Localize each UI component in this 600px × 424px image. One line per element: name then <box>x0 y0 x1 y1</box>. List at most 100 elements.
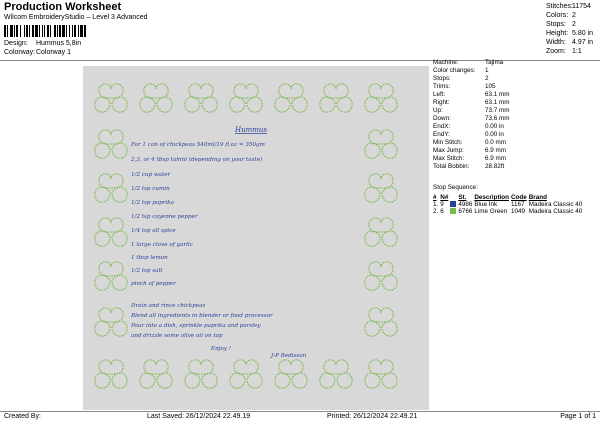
barcode-bar <box>42 25 43 37</box>
recipe-enjoy: Enjoy ! <box>210 346 231 352</box>
chickpea-motif <box>364 261 398 291</box>
chickpea-motif <box>94 129 128 159</box>
column-header: N# <box>440 194 449 201</box>
colorway-value: Colorway 1 <box>35 49 71 56</box>
column-header <box>450 194 458 201</box>
barcode-bar <box>50 25 51 37</box>
barcode-bar <box>4 25 6 37</box>
chickpea-motif <box>364 173 398 203</box>
property-row: Trims: 105 <box>433 83 496 90</box>
summary-row: Height: 5.80 in <box>546 30 594 37</box>
barcode-bar <box>62 25 65 37</box>
property-row: Machine: Tajima <box>433 59 504 66</box>
worksheet-title: Production Worksheet <box>4 1 122 13</box>
property-row: Max Stitch: 6.9 mm <box>433 155 506 162</box>
barcode-bar <box>7 25 8 37</box>
property-row: Total Bobbin: 28.82ft <box>433 163 505 170</box>
table-row: 1. 9 4986 Blue Ink 1167 Madeira Classic … <box>433 201 583 208</box>
page-number: Page 1 of 1 <box>560 413 596 420</box>
barcode-bar <box>39 25 40 37</box>
chickpea-motif <box>274 359 308 389</box>
property-row: Down: 73.6 mm <box>433 115 510 122</box>
last-saved: Last Saved: 26/12/2024 22.49.19 <box>147 413 251 420</box>
barcode-bar <box>20 25 21 37</box>
colorway-label: Colorway: <box>4 49 36 56</box>
machine-properties: Machine: Tajima Color changes: 1 Stops: 2 T… <box>433 59 510 171</box>
barcode-bar <box>32 25 34 37</box>
recipe-line: 1/2 tsp paprika <box>131 200 174 206</box>
property-row: EndY: 0.00 in <box>433 131 504 138</box>
barcode-bar <box>72 25 73 37</box>
recipe-line: 1 tbsp lemon <box>131 255 168 261</box>
colorway-row: Colorway: Colorway 1 <box>4 49 71 56</box>
barcode-bar <box>16 25 18 37</box>
summary-row: Stitches:11754 <box>546 3 591 10</box>
column-header: Description <box>474 194 509 201</box>
chickpea-motif <box>364 83 398 113</box>
recipe-line: 1/4 tsp all spice <box>131 228 176 234</box>
chickpea-motif <box>184 83 218 113</box>
design-label: Design: <box>4 40 28 47</box>
recipe-line: 1/2 cup water <box>131 172 171 178</box>
printed-date: Printed: 26/12/2024 22.49.21 <box>327 413 418 420</box>
method-line: and drizzle some olive oil on top <box>131 333 223 339</box>
barcode-bar <box>57 25 58 37</box>
chickpea-motif <box>184 359 218 389</box>
stop-sequence-table: # N# St. Description Code Brand 1. 9 498… <box>433 194 584 215</box>
chickpea-motif <box>319 83 353 113</box>
barcode-bar <box>78 25 79 37</box>
chickpea-motif <box>94 261 128 291</box>
chickpea-motif <box>94 173 128 203</box>
embroidery-design: Hummus For 1 can of chickpeas 540ml/19 f… <box>94 83 398 389</box>
barcode-bar <box>10 25 13 37</box>
barcode-bar <box>54 25 56 37</box>
software-subtitle: Wilcom EmbroideryStudio – Level 3 Advanc… <box>4 14 148 21</box>
chickpea-motif <box>364 217 398 247</box>
barcode-bar <box>14 25 15 37</box>
method-line: Pour into a dish, sprinkle paprika and p… <box>130 323 261 329</box>
barcode-bar <box>26 25 28 37</box>
recipe-text: Hummus For 1 can of chickpeas 540ml/19 f… <box>130 126 307 359</box>
barcode-bar <box>80 25 83 37</box>
recipe-line: pinch of pepper <box>131 281 176 287</box>
chickpea-motif <box>274 83 308 113</box>
recipe-line: 1/2 tsp cumin <box>131 186 170 192</box>
recipe-line: 2,3, or 4 tbsp tahini (depending on your… <box>130 156 262 163</box>
property-row: Stops: 2 <box>433 75 489 82</box>
design-preview: Hummus For 1 can of chickpeas 540ml/19 f… <box>83 66 429 410</box>
chickpea-motif <box>94 359 128 389</box>
chickpea-motif <box>229 359 263 389</box>
color-swatch <box>450 201 457 208</box>
table-row: 2. 6 6766 Lime Green 1049 Madeira Classi… <box>433 208 583 215</box>
recipe-line: 1/2 tsp salt <box>131 268 163 274</box>
barcode-bar <box>44 25 45 37</box>
property-row: Left: 63.1 mm <box>433 91 510 98</box>
design-row: Design: Hummus 5,8in <box>4 40 81 47</box>
barcode-bar <box>69 25 70 37</box>
property-row: Max Jump: 6.9 mm <box>433 147 506 154</box>
recipe-signature: J-P Bedisson <box>270 353 307 359</box>
property-row: Min Stitch: 0.0 mm <box>433 139 506 146</box>
chickpea-motif <box>364 359 398 389</box>
chickpea-motif <box>94 217 128 247</box>
stop-sequence-title: Stop Sequence: <box>433 184 478 191</box>
color-swatch <box>450 208 457 215</box>
chickpea-motif <box>94 83 128 113</box>
chickpea-motif <box>229 83 263 113</box>
barcode-bar <box>47 25 49 37</box>
created-by: Created By: <box>4 413 41 420</box>
method-line: Blend all ingredients in blender or food… <box>130 313 273 319</box>
barcode-bar <box>24 25 25 37</box>
summary-row: Colors: 2 <box>546 12 576 19</box>
property-row: Color changes: 1 <box>433 67 489 74</box>
summary-panel: Stitches:11754 Colors: 2 Stops: 2 Height: 5… <box>546 2 593 56</box>
barcode-bar <box>59 25 61 37</box>
barcode-bar <box>35 25 38 37</box>
barcode <box>4 25 86 37</box>
chickpea-motif <box>364 307 398 337</box>
recipe-title: Hummus <box>234 126 267 134</box>
column-header: Code <box>510 194 527 201</box>
chickpea-motif <box>94 307 128 337</box>
design-value: Hummus 5,8in <box>35 40 82 47</box>
method-line: Drain and rince chickpeas <box>130 303 206 309</box>
